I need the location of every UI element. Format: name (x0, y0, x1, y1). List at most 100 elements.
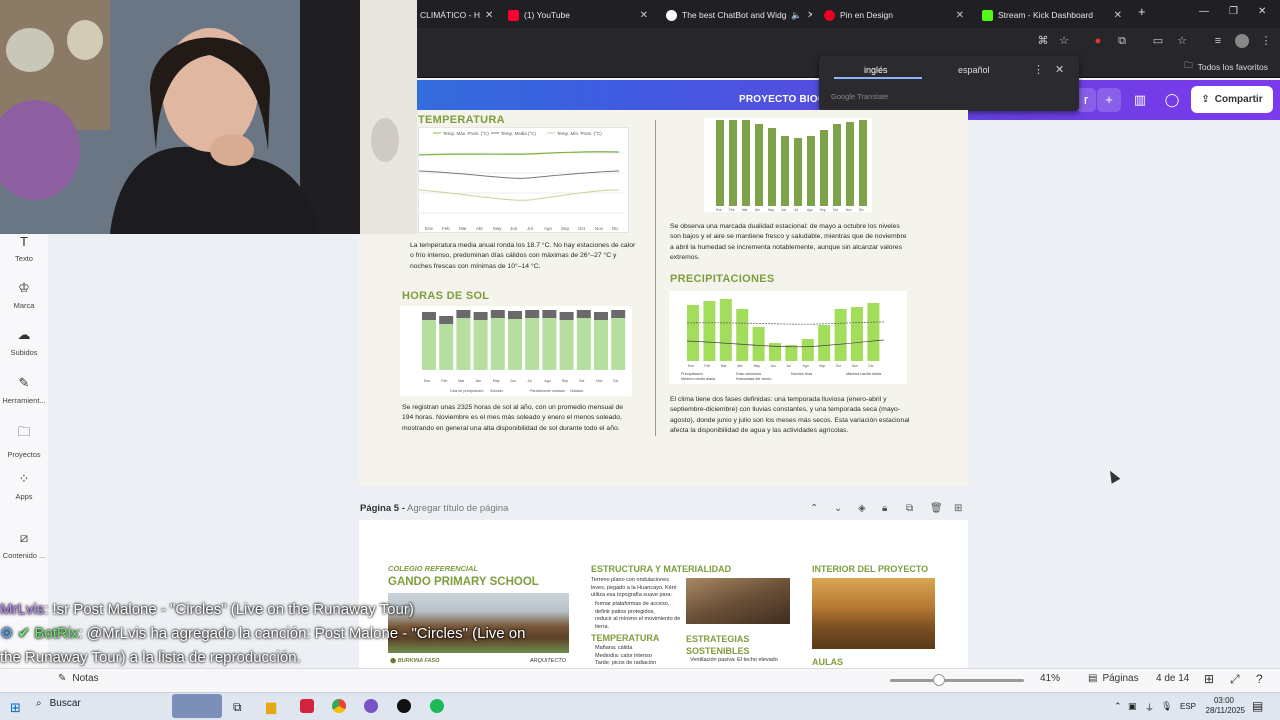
close-icon[interactable]: ✕ (807, 10, 812, 21)
notes-button[interactable]: ✎ Notas (58, 673, 99, 684)
chevron-up-icon[interactable]: ⌃ (810, 503, 818, 514)
zoom-slider[interactable] (890, 679, 1024, 682)
grid-view-icon[interactable]: ⊞ (1204, 672, 1214, 686)
tab-climatico[interactable]: CLIMÁTICO - H ✕ (414, 4, 499, 26)
profile-avatar[interactable] (1235, 34, 1249, 48)
notifications-icon[interactable]: ▤ (1252, 699, 1263, 713)
help-icon[interactable]: ? (1256, 672, 1263, 686)
translate-popup: inglés español ⋮ ✕ Google Translate (819, 56, 1079, 111)
widgets-icon[interactable] (172, 694, 222, 718)
maximize-icon[interactable]: ❐ (1229, 6, 1238, 17)
share-icon: ⇪ (1201, 94, 1210, 105)
menu-icon[interactable]: ⋮ (1259, 34, 1273, 48)
fullscreen-icon[interactable]: ⤢ (1230, 672, 1240, 687)
page-count[interactable]: 4 de 14 (1156, 673, 1189, 684)
page-title-placeholder[interactable]: Agregar título de página (407, 503, 508, 514)
tab-kick[interactable]: Stream - Kick Dashboard ✕ (976, 4, 1128, 26)
duplicate-icon[interactable]: ⧉ (906, 503, 913, 514)
sidebar-item-brand[interactable]: ♔ Marca (0, 280, 48, 310)
share-button[interactable]: ⇪ Compartir (1191, 86, 1273, 113)
stream-chat-overlay: MrLvis: !sr Post Malone - "Circles" (Liv… (0, 598, 532, 670)
acrobat-icon[interactable] (300, 699, 314, 713)
zoom-level[interactable]: 41% (1040, 673, 1060, 684)
legend-min: Temp. Mín. Prom. (°C) (557, 131, 602, 136)
temperature-chart[interactable]: Temp. Máx. Prom. (°C) Temp. Media (°C) T… (418, 127, 629, 233)
app-purple-icon[interactable] (364, 699, 378, 713)
window-close-icon[interactable]: ✕ (1258, 6, 1266, 17)
comment-icon[interactable]: ◯ (1160, 88, 1184, 112)
new-tab-icon[interactable]: + (1138, 4, 1146, 19)
sidebar-item-projects[interactable]: 🗀 Proyectos (0, 423, 48, 459)
sidebar-item-tools[interactable]: ✎ Herramient... (0, 375, 48, 405)
chevron-down-icon[interactable]: ⌄ (834, 503, 842, 514)
extensions-icon[interactable]: ⧉ (1115, 34, 1129, 48)
taskbar-search[interactable]: ⌕ Buscar (36, 698, 81, 709)
speaker-icon[interactable]: 🔈 (791, 10, 802, 21)
source-language-tab[interactable]: inglés (864, 65, 888, 75)
windows-start-icon[interactable]: ⊞ (10, 700, 21, 716)
pages-icon: ▤ (1088, 673, 1098, 684)
precipitation-chart[interactable]: Ene Feb Mar Abr May Jun Jul Ago Sep Oct Nov Dic Pre… (669, 291, 907, 384)
clock-time: 03:00 (1213, 696, 1235, 705)
sidebar-item-uploads[interactable]: ☁ Subidos (0, 327, 48, 357)
trash-icon[interactable]: 🗑︎ (930, 503, 943, 514)
humidity-bar (742, 120, 750, 206)
hide-page-icon[interactable]: ◈ (858, 503, 866, 514)
tray-chevron-icon[interactable]: ⌃ (1114, 701, 1122, 712)
chat-message: ⚙ ✔ BotRix: @MrLvis ha agregado la canci… (0, 622, 532, 670)
close-icon[interactable]: ✕ (1055, 63, 1064, 76)
tab-chatbot[interactable]: The best ChatBot and Widg 🔈 ✕ (660, 4, 812, 26)
sidebar-item-apps[interactable]: ⁘ Apps (0, 471, 48, 501)
tray-apps-icon[interactable]: ▣ (1128, 701, 1137, 712)
close-icon[interactable]: ✕ (485, 10, 493, 21)
analytics-icon[interactable]: ▥ (1128, 88, 1152, 112)
sun-bar (456, 316, 471, 370)
close-icon[interactable]: ✕ (956, 10, 964, 21)
humidity-bar (820, 130, 828, 206)
cast-icon[interactable]: ▭ (1151, 34, 1165, 48)
precipitation-bar (801, 339, 814, 361)
tab-search-icon[interactable]: ≡ (1211, 34, 1225, 48)
microphone-icon[interactable]: 🎙︎ (1161, 701, 1172, 712)
task-view-icon[interactable]: ⧉ (233, 700, 242, 715)
tab-youtube[interactable]: (1) YouTube ✕ (502, 4, 654, 26)
translate-icon[interactable]: ⌘ (1036, 34, 1050, 48)
month-tick: Mar (721, 364, 728, 368)
extension-red-icon[interactable]: ● (1091, 34, 1105, 48)
minimize-icon[interactable]: — (1199, 6, 1209, 17)
all-bookmarks[interactable]: 🗀 Todos los favoritos (1184, 60, 1268, 74)
clock[interactable]: 03:00 28/11/2025 (1203, 696, 1245, 716)
humidity-chart[interactable]: Ene Feb Mar Abr May Jun Jul Ago Sep Oct Nov Dic (704, 118, 872, 212)
bookmark-icon[interactable]: ☆ (1175, 34, 1189, 48)
zoom-slider-handle[interactable] (933, 674, 945, 686)
close-icon[interactable]: ✕ (640, 10, 648, 21)
sidebar-item-content[interactable]: ⧄ Contenido ... (0, 530, 48, 560)
spotify-icon[interactable] (430, 699, 444, 713)
more-options-icon[interactable]: ⋮ (1033, 63, 1044, 76)
sun-bar (508, 317, 522, 370)
month-tick: Sep (819, 364, 825, 368)
file-explorer-icon[interactable]: ▆ (266, 699, 276, 715)
star-icon[interactable]: ☆ (1057, 34, 1071, 48)
close-icon[interactable]: ✕ (1114, 10, 1122, 21)
add-page-icon[interactable]: ⊞ (954, 503, 962, 514)
add-collaborator-button[interactable]: + (1097, 88, 1121, 112)
notes-label: Notas (72, 673, 99, 684)
volume-mixer-icon[interactable]: ⏚ (1145, 701, 1154, 714)
notes-icon: ✎ (58, 673, 67, 684)
obs-icon[interactable] (397, 699, 411, 713)
language-indicator[interactable]: ESP (1180, 702, 1196, 711)
sidebar-item-text[interactable]: T Texto (0, 234, 48, 263)
pages-button[interactable]: ▤ Páginas (1088, 673, 1139, 684)
collaborator-avatar[interactable]: r (1076, 88, 1096, 112)
sun-hours-chart[interactable]: Ene Feb Mar Abr May Jun Jul Ago Sep Oct Nov Dic Día… (400, 306, 632, 396)
target-language-tab[interactable]: español (958, 65, 990, 75)
sun-bar (542, 316, 557, 370)
precipitation-bar (834, 309, 847, 361)
lock-icon[interactable]: 🔒︎ (882, 503, 887, 514)
page-5-prefix: Página 5 - (360, 503, 405, 514)
project-title[interactable]: PROYECTO BIOCL (739, 94, 832, 105)
page-5-label[interactable]: Página 5 - Agregar título de página (360, 503, 508, 514)
tab-pinterest[interactable]: Pin en Design ✕ (818, 4, 970, 26)
chrome-icon[interactable] (332, 699, 346, 713)
